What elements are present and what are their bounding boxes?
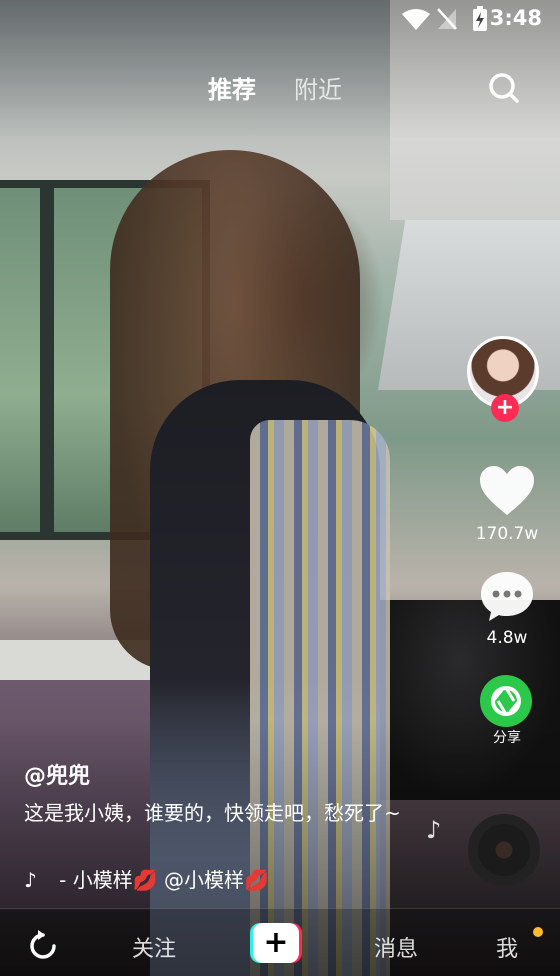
comment-count: 4.8w xyxy=(486,628,528,648)
create-video-button[interactable]: + xyxy=(250,923,302,963)
notification-dot xyxy=(533,927,543,937)
top-tabs: 推荐 附近 xyxy=(0,70,560,110)
floating-music-note-icon: ♪ xyxy=(426,816,442,844)
scene-window-frame xyxy=(40,180,54,540)
share-label: 分享 xyxy=(493,730,521,746)
music-marquee[interactable]: ♪ - 小模样💋 @小模样💋 xyxy=(24,864,324,892)
share-aperture-icon xyxy=(491,686,521,716)
bottom-nav: 关注 + 消息 我 xyxy=(0,908,560,976)
like-count: 170.7w xyxy=(475,524,539,544)
follow-plus-button[interactable]: + xyxy=(491,394,519,422)
status-time: 3:48 xyxy=(489,6,542,30)
video-feed-screen[interactable]: 3:48 推荐 附近 + 170.7w 4.8w 分享 ♪ @兜兜 这是我小姨，… xyxy=(0,0,560,976)
nav-follow[interactable]: 关注 xyxy=(132,931,176,963)
tab-recommend[interactable]: 推荐 xyxy=(208,70,256,105)
nav-messages[interactable]: 消息 xyxy=(374,931,418,963)
tab-nearby[interactable]: 附近 xyxy=(294,70,342,105)
status-bar: 3:48 xyxy=(0,0,560,36)
tiktok-note-icon: ♪ xyxy=(24,868,37,892)
music-title: - 小模样💋 @小模样💋 xyxy=(59,868,269,892)
no-sim-icon xyxy=(437,8,457,30)
wifi-icon xyxy=(402,9,430,30)
nav-me[interactable]: 我 xyxy=(496,931,518,963)
search-icon[interactable] xyxy=(488,72,520,104)
create-plus-icon: + xyxy=(253,923,299,963)
creator-username[interactable]: @兜兜 xyxy=(24,758,90,790)
comment-bubble-icon[interactable] xyxy=(479,570,535,622)
refresh-icon[interactable] xyxy=(26,929,60,963)
video-description: 这是我小姨，谁要的，快领走吧，愁死了~ xyxy=(24,801,401,825)
music-disc[interactable] xyxy=(468,814,540,886)
like-heart-icon[interactable] xyxy=(478,465,536,517)
battery-charging-icon xyxy=(473,6,487,31)
share-button[interactable] xyxy=(480,675,532,727)
